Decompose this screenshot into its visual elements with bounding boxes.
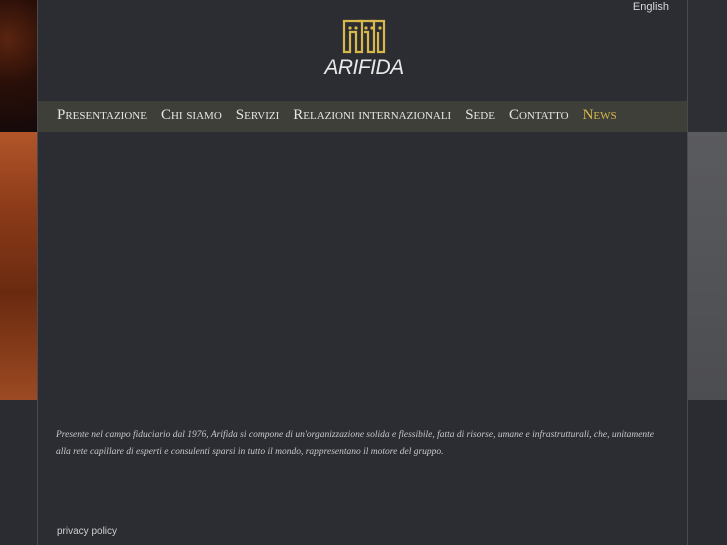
main-navigation: Presentazione Chi siamo Servizi Relazion… — [38, 101, 687, 132]
nav-item-chi-siamo[interactable]: Chi siamo — [161, 107, 222, 124]
background-right-image — [688, 132, 727, 400]
page-frame: English ARIFIDA Presentazione Chi siamo … — [37, 0, 688, 545]
background-bottom-left — [0, 400, 38, 545]
nav-item-servizi[interactable]: Servizi — [236, 107, 280, 124]
site-logo[interactable]: ARIFIDA — [322, 18, 406, 82]
main-content-area — [38, 132, 687, 400]
nav-item-news[interactable]: News — [583, 107, 617, 124]
nav-item-relazioni-internazionali[interactable]: Relazioni internazionali — [293, 107, 451, 124]
background-right-top — [688, 0, 727, 132]
background-bottom-right — [688, 400, 727, 545]
company-description: Presente nel campo fiduciario dal 1976, … — [56, 430, 655, 457]
privacy-policy-link[interactable]: privacy policy — [57, 526, 117, 537]
logo-mark-icon — [342, 19, 386, 54]
background-left-image — [0, 132, 38, 400]
nav-item-sede[interactable]: Sede — [465, 107, 495, 124]
language-link-english[interactable]: English — [633, 1, 669, 13]
logo-text: ARIFIDA — [324, 56, 404, 79]
nav-item-presentazione[interactable]: Presentazione — [57, 107, 147, 124]
nav-item-contatto[interactable]: Contatto — [509, 107, 569, 124]
background-left-top — [0, 0, 38, 132]
